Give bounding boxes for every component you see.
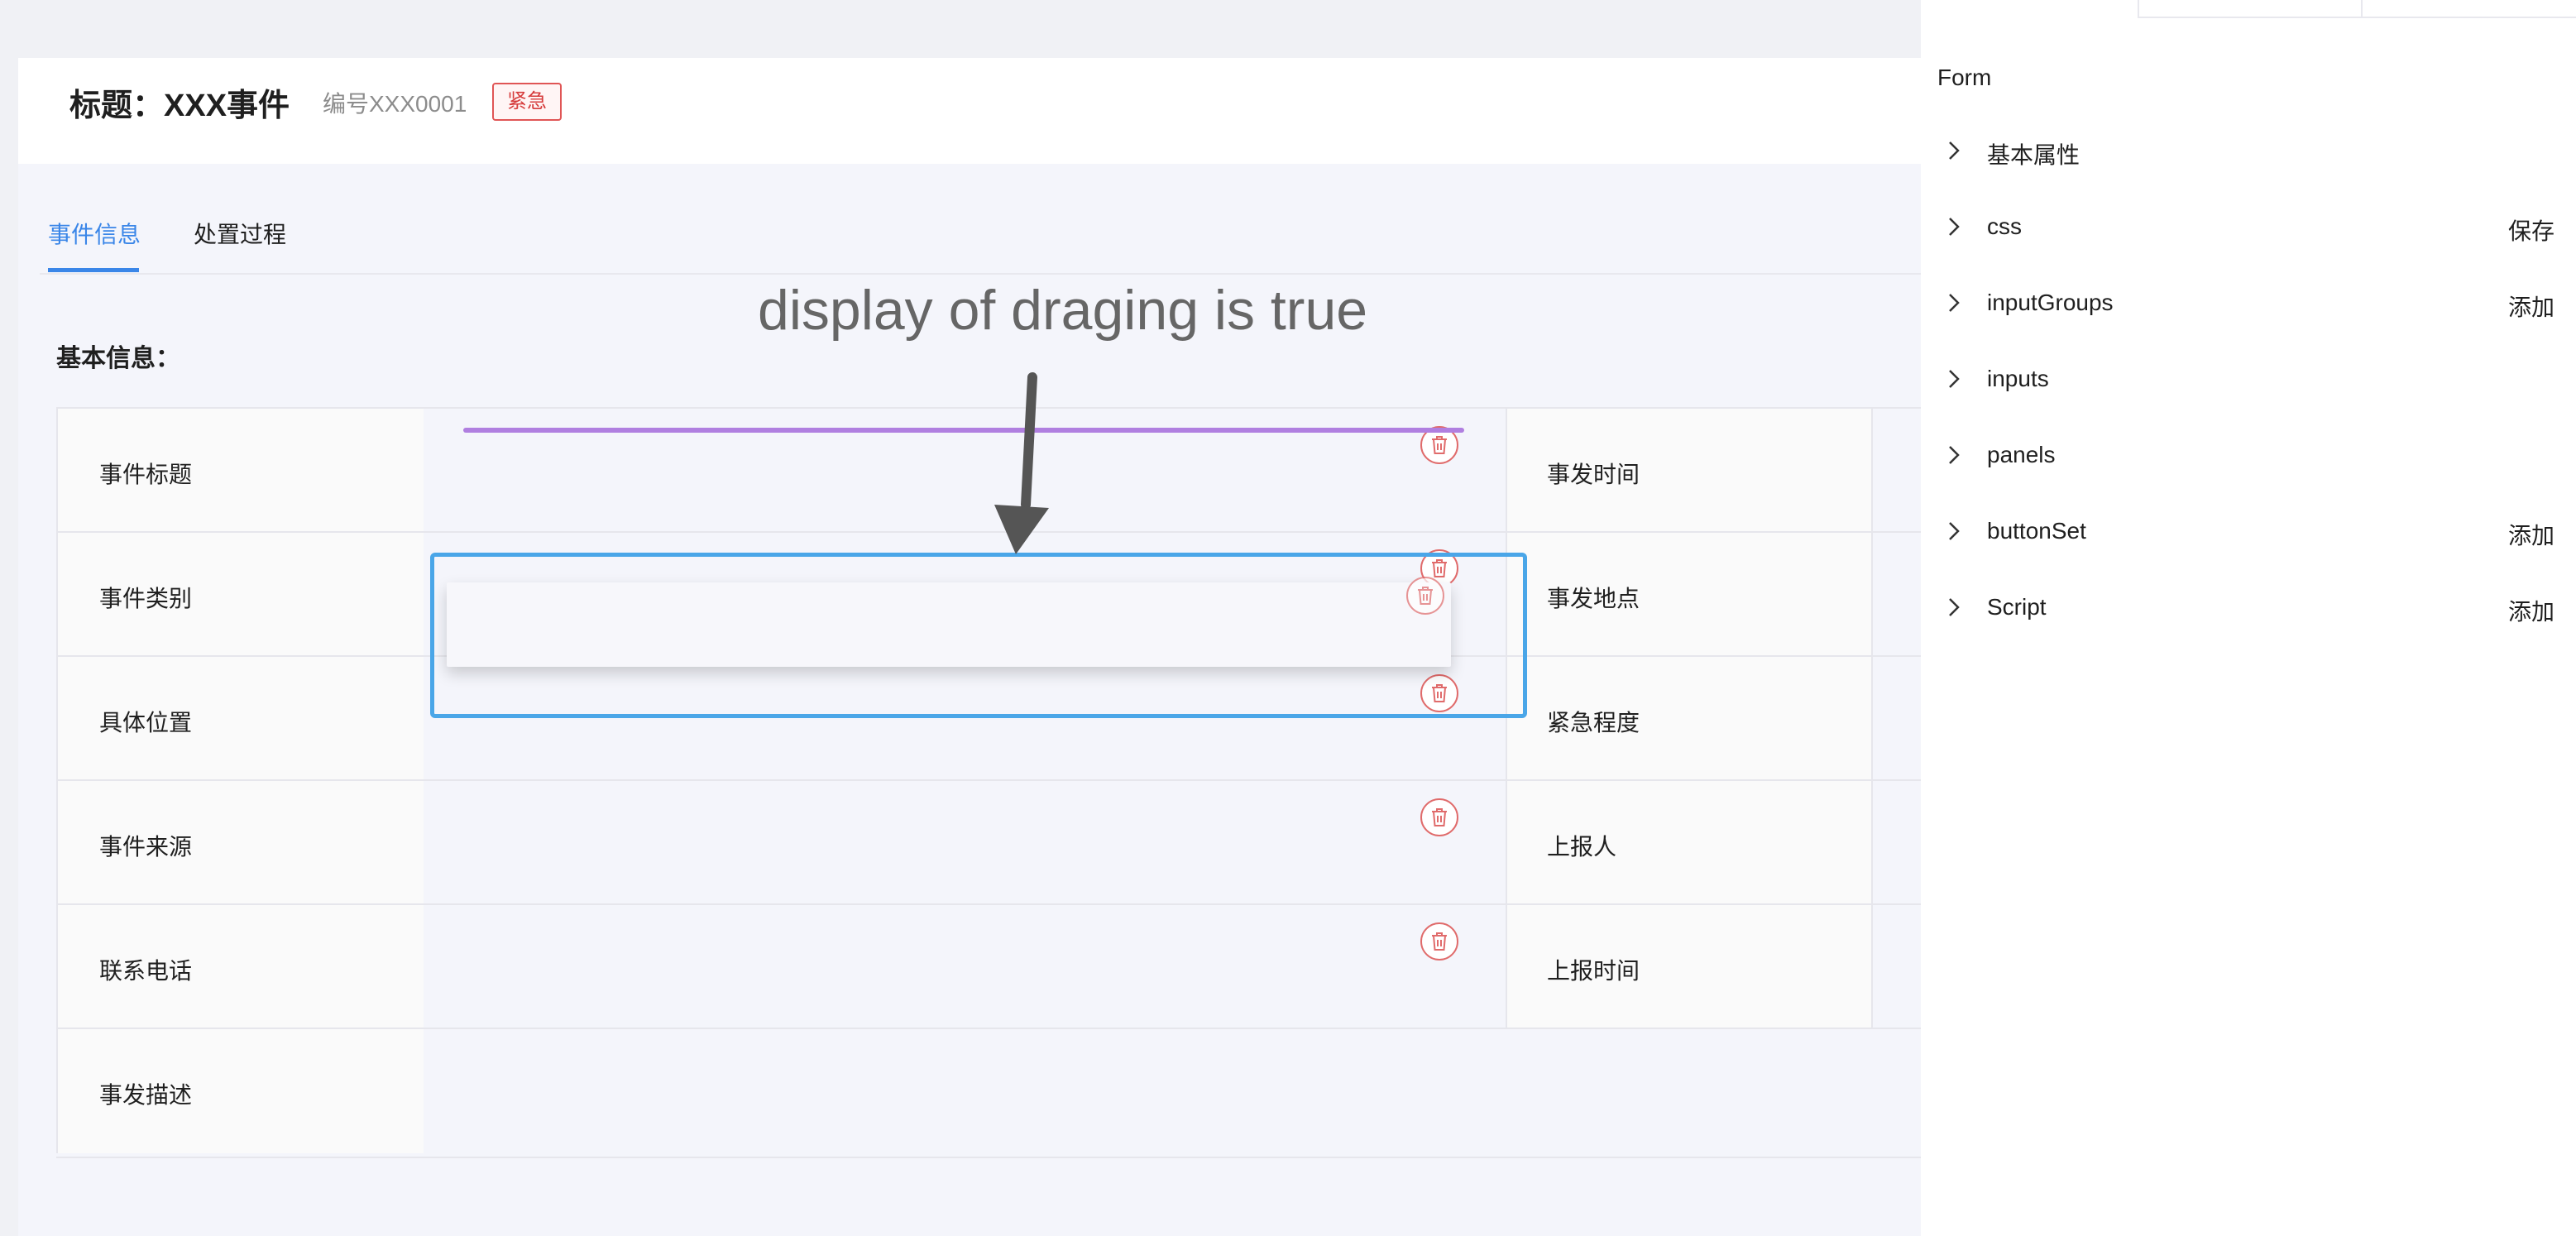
- field-label-text: 紧急程度: [1547, 710, 1640, 735]
- delete-field-button[interactable]: [1420, 798, 1458, 836]
- field-value[interactable]: [424, 905, 1506, 1029]
- panel-tab[interactable]: [2138, 0, 2363, 18]
- field-label: 事发描述: [56, 1029, 425, 1153]
- tree-item-script[interactable]: Script 添加: [1921, 582, 2574, 632]
- tree-item-label: Script: [1987, 594, 2047, 620]
- tree-item-css[interactable]: css 保存: [1921, 202, 2574, 252]
- chevron-right-icon: [1949, 218, 1960, 236]
- tree-item-inputs[interactable]: inputs: [1921, 354, 2574, 404]
- form-row: 事发描述: [56, 1028, 1927, 1153]
- field-value[interactable]: [424, 1029, 1927, 1153]
- field-label: 事发地点: [1506, 533, 1873, 657]
- save-button[interactable]: 保存: [2508, 213, 2554, 247]
- tree-item-label: panels: [1987, 442, 2056, 467]
- page-title: 标题：XXX事件: [69, 89, 290, 123]
- tree-item-label: inputs: [1987, 366, 2049, 391]
- chevron-right-icon: [1949, 522, 1960, 540]
- field-label: 上报时间: [1506, 905, 1873, 1029]
- tab-event-info[interactable]: 事件信息: [48, 217, 141, 250]
- tab-bar: 事件信息 处置过程: [40, 190, 1926, 275]
- field-label-text: 事发时间: [1547, 462, 1640, 487]
- trash-icon: [1432, 932, 1447, 951]
- ghost-delete-button: [1406, 577, 1444, 615]
- tree-item-button-set[interactable]: buttonSet 添加: [1921, 506, 2574, 556]
- tree-item-label: 基本属性: [1987, 142, 2080, 168]
- field-label: 事发时间: [1506, 409, 1873, 533]
- field-label-text: 事发描述: [99, 1082, 193, 1108]
- tree-item-label: css: [1987, 213, 2022, 239]
- chevron-right-icon: [1949, 294, 1960, 312]
- trash-icon: [1418, 587, 1433, 605]
- field-label-text: 具体位置: [99, 710, 193, 735]
- field-label-text: 事件类别: [99, 586, 193, 611]
- chevron-right-icon: [1949, 446, 1960, 464]
- tree-item-label: buttonSet: [1987, 518, 2086, 544]
- trash-icon: [1432, 436, 1447, 454]
- field-label: 事件标题: [56, 409, 425, 533]
- trash-icon: [1432, 808, 1447, 826]
- add-button[interactable]: 添加: [2508, 518, 2554, 551]
- field-label-text: 上报时间: [1547, 958, 1640, 984]
- form-row: 联系电话 上报时间: [56, 903, 1927, 1029]
- section-title: 基本信息：: [56, 345, 180, 372]
- field-label-text: 事件标题: [99, 462, 193, 487]
- field-label: 具体位置: [56, 657, 425, 781]
- active-tab-indicator: [48, 268, 139, 272]
- tab-handling-process[interactable]: 处置过程: [194, 217, 286, 250]
- annotation-text: display of draging is true: [758, 279, 1368, 342]
- properties-panel: Form 基本属性 css 保存 inputGroups 添加 inputs p…: [1921, 0, 2576, 1236]
- tree-item-panels[interactable]: panels: [1921, 430, 2574, 480]
- field-value[interactable]: [424, 781, 1506, 905]
- field-label: 联系电话: [56, 905, 425, 1029]
- panel-tab[interactable]: [2361, 0, 2576, 18]
- add-button[interactable]: 添加: [2508, 290, 2554, 323]
- field-label: 事件类别: [56, 533, 425, 657]
- field-label-text: 事件来源: [99, 834, 193, 860]
- field-label-text: 上报人: [1547, 834, 1617, 860]
- chevron-right-icon: [1949, 370, 1960, 388]
- title-bar: [18, 58, 1921, 164]
- panel-title: Form: [1937, 65, 1992, 90]
- tree-item-basic-properties[interactable]: 基本属性: [1921, 126, 2574, 175]
- tree-item-label: inputGroups: [1987, 290, 2114, 315]
- delete-field-button[interactable]: [1420, 922, 1458, 961]
- chevron-right-icon: [1949, 141, 1960, 160]
- form-row: 事件来源 上报人: [56, 779, 1927, 905]
- arrow-down-icon: [994, 372, 1049, 554]
- dragging-ghost-element[interactable]: [447, 582, 1451, 667]
- field-label: 事件来源: [56, 781, 425, 905]
- event-code: 编号XXX0001: [323, 91, 467, 117]
- add-button[interactable]: 添加: [2508, 594, 2554, 627]
- field-label: 上报人: [1506, 781, 1873, 905]
- field-label: 紧急程度: [1506, 657, 1873, 781]
- field-label-text: 事发地点: [1547, 586, 1640, 611]
- drop-indicator-line: [463, 428, 1464, 433]
- urgency-badge: 紧急: [492, 83, 562, 121]
- field-label-text: 联系电话: [99, 958, 193, 984]
- tree-item-input-groups[interactable]: inputGroups 添加: [1921, 278, 2574, 328]
- chevron-right-icon: [1949, 598, 1960, 616]
- grid-border: [56, 1157, 1927, 1158]
